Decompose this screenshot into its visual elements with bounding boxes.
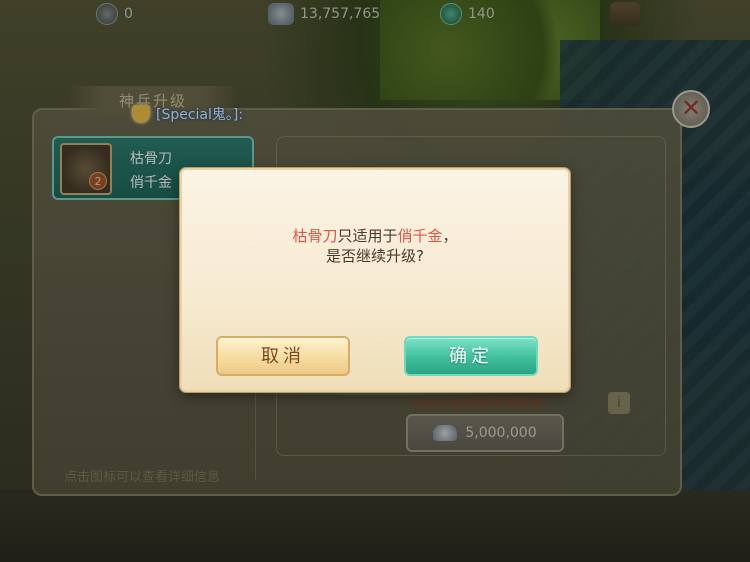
dialog-message: 枯骨刀只适用于俏千金， 是否继续升级? <box>182 226 568 266</box>
dialog-message-line1: 枯骨刀只适用于俏千金， <box>182 226 568 246</box>
dialog-text-middle: 只适用于 <box>337 227 398 245</box>
dialog-text-end: ， <box>442 227 458 245</box>
dialog-target-name: 俏千金 <box>397 227 443 245</box>
cancel-button[interactable]: 取消 <box>216 336 350 376</box>
confirm-button[interactable]: 确定 <box>404 336 538 376</box>
dialog-weapon-name: 枯骨刀 <box>292 227 338 245</box>
dialog-message-line2: 是否继续升级? <box>326 247 424 265</box>
confirm-dialog: 枯骨刀只适用于俏千金， 是否继续升级? 取消 确定 <box>180 168 570 392</box>
